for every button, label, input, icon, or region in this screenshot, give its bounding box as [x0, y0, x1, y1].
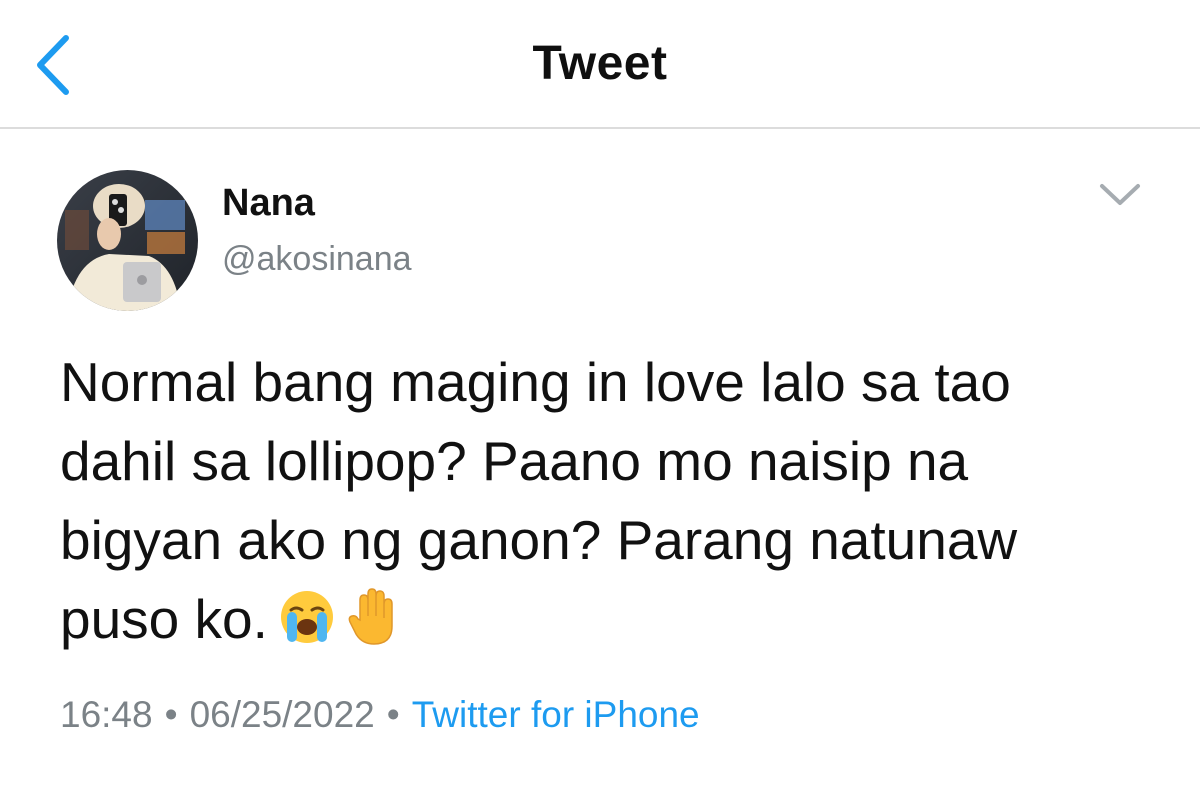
tweet-body: Normal bang maging in love lalo sa tao d…: [60, 343, 1160, 667]
chevron-down-icon: [1100, 184, 1140, 205]
author-handle[interactable]: @akosinana: [222, 240, 412, 279]
tweet-text: Normal bang maging in love lalo sa tao d…: [60, 351, 1018, 650]
avatar[interactable]: [57, 170, 198, 311]
tweet-date: 06/25/2022: [189, 694, 375, 735]
top-navigation-bar: Tweet: [0, 0, 1200, 128]
loudly-crying-face-icon: [280, 591, 333, 643]
tweet-metadata: 16:48 • 06/25/2022 • Twitter for iPhone: [60, 694, 700, 736]
tweet-source-link[interactable]: Twitter for iPhone: [412, 694, 700, 735]
meta-separator: •: [386, 694, 400, 735]
raised-hand-icon: [348, 588, 393, 645]
tweet-options-button[interactable]: [1094, 176, 1146, 212]
meta-separator: •: [164, 694, 178, 735]
header-divider: [0, 127, 1200, 129]
tweet-emojis: [278, 586, 404, 667]
page-title: Tweet: [532, 37, 668, 90]
tweet-detail-screen: Tweet Nana @akosinana Normal bang maging…: [0, 0, 1200, 789]
profile-photo: [57, 170, 198, 311]
tweet-time: 16:48: [60, 694, 153, 735]
author-display-name[interactable]: Nana: [222, 182, 315, 225]
